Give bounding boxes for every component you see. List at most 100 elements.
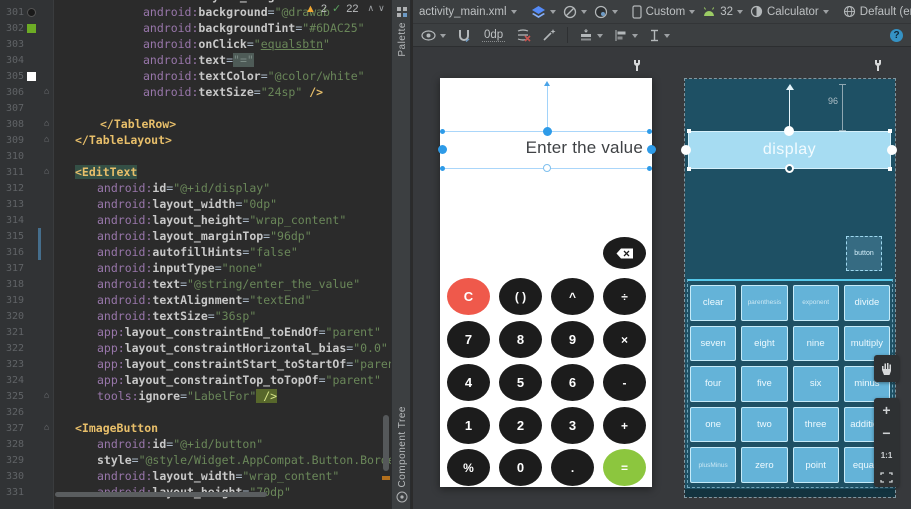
calc-key[interactable]: 2 [499,407,542,444]
infer-constraints-button[interactable] [542,28,556,42]
selection-handle[interactable] [687,129,691,133]
design-canvas[interactable]: Enter the value C( )^÷789×456-123+%0.= 9… [413,47,911,509]
prev-next-error-icons[interactable]: ∧∨ [367,3,388,14]
code-line[interactable]: 309⌂</TableLayout> [0,132,391,148]
selection-handle[interactable] [888,129,892,133]
blueprint-button-exponent[interactable]: exponent [793,285,839,321]
selection-handle[interactable] [440,129,445,134]
code-text[interactable]: </TableRow> [55,116,176,132]
code-text[interactable]: style="@style/Widget.AppCompat.Button.Bo… [55,452,391,468]
selection-handle[interactable] [647,129,652,134]
code-line[interactable]: 316android:autofillHints="false" [0,244,391,260]
code-text[interactable]: android:layout_width="0dp" [55,196,277,212]
guidelines-button[interactable] [649,29,670,42]
pack-button[interactable] [579,28,603,42]
code-text[interactable]: app:layout_constraintStart_toStartOf="pa… [55,356,391,372]
code-line[interactable]: 321app:layout_constraintEnd_toEndOf="par… [0,324,391,340]
blueprint-button-five[interactable]: five [741,366,787,402]
code-text[interactable]: app:layout_constraintEnd_toEndOf="parent… [55,324,381,340]
blueprint-button-three[interactable]: three [793,407,839,443]
calc-key[interactable]: 1 [447,407,490,444]
selection-handle[interactable] [887,145,897,155]
calc-key[interactable]: 8 [499,321,542,358]
code-line[interactable]: 308⌂</TableRow> [0,116,391,132]
code-text[interactable]: android:layout_height="wrap_content" [55,212,346,228]
code-line[interactable]: 322app:layout_constraintHorizontal_bias=… [0,340,391,356]
calc-key[interactable]: ÷ [603,278,646,315]
code-line[interactable]: 323app:layout_constraintStart_toStartOf=… [0,356,391,372]
code-text[interactable]: <EditText [55,164,137,180]
theme-selector[interactable]: Calculator [750,5,829,18]
code-line[interactable]: 330android:layout_width="wrap_content" [0,468,391,484]
blueprint-button-zero[interactable]: zero [741,447,787,483]
clear-constraints-button[interactable] [516,28,531,42]
blueprint-button-four[interactable]: four [690,366,736,402]
calc-key[interactable]: % [447,449,490,486]
calc-key[interactable]: . [551,449,594,486]
code-line[interactable]: 311⌂<EditText [0,164,391,180]
imagebutton-component[interactable]: button [846,236,882,271]
blueprint-button-nine[interactable]: nine [793,326,839,362]
code-text[interactable]: android:text="=" [55,52,254,68]
calc-key[interactable]: ^ [551,278,594,315]
baseline-handle[interactable] [785,164,794,173]
blueprint-button-six[interactable]: six [793,366,839,402]
device-selector[interactable]: Custom [632,5,696,19]
code-line[interactable]: 326 [0,404,391,420]
edittext-display[interactable]: Enter the value [526,138,643,158]
color-blind-mode-button[interactable] [563,5,587,19]
selection-handle[interactable] [687,167,691,171]
zoom-out-button[interactable]: − [882,426,890,440]
code-line[interactable]: 313android:layout_width="0dp" [0,196,391,212]
calc-key[interactable]: 5 [499,364,542,401]
default-margins-selector[interactable]: 0dp [482,29,505,42]
api-selector[interactable]: 32 [702,6,743,18]
code-text[interactable]: android:inputType="none" [55,260,263,276]
blueprint-button-one[interactable]: one [690,407,736,443]
blueprint-button-parenthesis[interactable]: parenthesis [741,285,787,321]
code-line[interactable]: 328android:id="@+id/button" [0,436,391,452]
code-line[interactable]: 320android:textSize="36sp" [0,308,391,324]
code-text[interactable]: tools:ignore="LabelFor" /> [55,388,277,404]
code-line[interactable]: 302android:backgroundTint="#6DAC25" [0,20,391,36]
selection-handle[interactable] [888,167,892,171]
calc-key[interactable]: 4 [447,364,490,401]
calc-key[interactable]: × [603,321,646,358]
calc-key[interactable]: 9 [551,321,594,358]
code-text[interactable]: <ImageButton [55,420,158,436]
blueprint-button-plusMinus[interactable]: plusMinus [690,447,736,483]
pan-button[interactable] [874,355,899,382]
blueprint-view-screen[interactable]: 96 display button clearparenthesisexpone… [685,79,895,497]
code-text[interactable]: android:autofillHints="false" [55,244,298,260]
code-line[interactable]: 303android:onClick="equalsbtn" [0,36,391,52]
design-view-screen[interactable]: Enter the value C( )^÷789×456-123+%0.= [440,78,652,487]
blueprint-button-two[interactable]: two [741,407,787,443]
code-line[interactable]: 312android:id="@+id/display" [0,180,391,196]
calc-key[interactable]: 7 [447,321,490,358]
calc-key[interactable]: 6 [551,364,594,401]
code-line[interactable]: 314android:layout_height="wrap_content" [0,212,391,228]
color-preview-chip[interactable] [27,8,36,17]
color-preview-chip[interactable] [27,24,36,33]
backspace-key[interactable] [603,237,646,269]
code-text[interactable]: android:textSize="24sp" /> [55,84,323,100]
locale-selector[interactable]: Default (en-us) [843,5,911,18]
code-text[interactable]: android:id="@+id/display" [55,180,270,196]
fold-marker-icon[interactable]: ⌂ [44,166,49,178]
fold-marker-icon[interactable]: ⌂ [44,118,49,130]
code-text[interactable]: android:layout_width="wrap_content" [55,468,339,484]
palette-tab[interactable]: Palette [392,6,412,57]
code-text[interactable]: android:onClick="equalsbtn" [55,36,330,52]
zoom-to-fit-icon[interactable] [880,472,893,483]
zoom-in-button[interactable]: + [882,403,890,417]
code-text[interactable]: app:layout_constraintHorizontal_bias="0.… [55,340,388,356]
calc-key[interactable]: C [447,278,490,315]
calc-key[interactable]: - [603,364,646,401]
code-line[interactable]: 306⌂android:textSize="24sp" /> [0,84,391,100]
fold-marker-icon[interactable]: ⌂ [44,86,49,98]
help-button[interactable]: ? [890,29,903,42]
editor-vertical-scrollbar[interactable] [383,415,389,471]
code-line[interactable]: 315android:layout_marginTop="96dp" [0,228,391,244]
code-text[interactable]: app:layout_constraintTop_toTopOf="parent… [55,372,381,388]
calc-key[interactable]: ( ) [499,278,542,315]
